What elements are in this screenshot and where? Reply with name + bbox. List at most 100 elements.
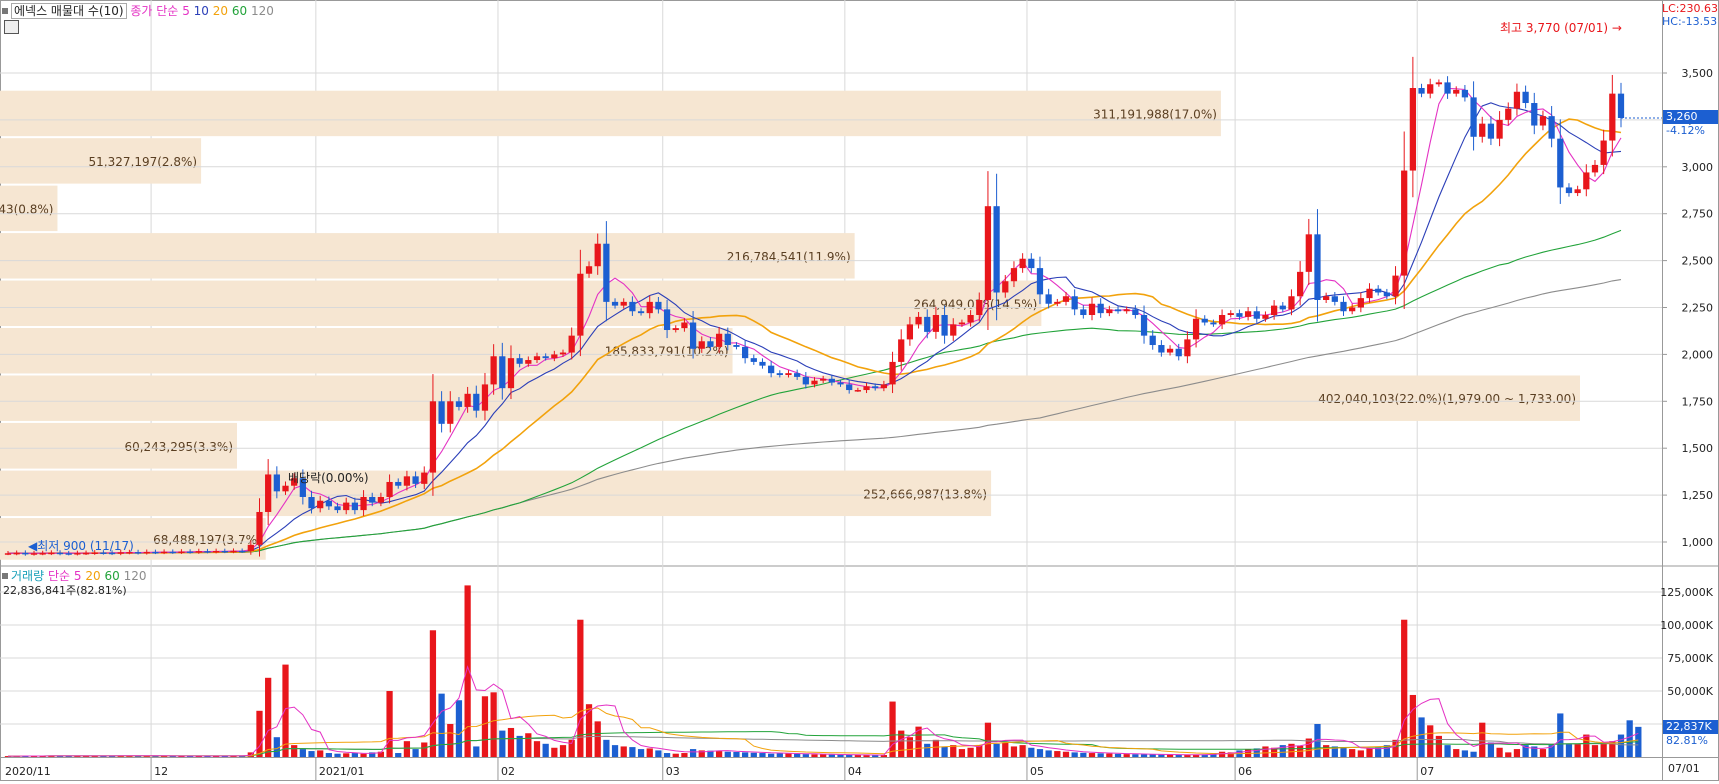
ma10-legend: 10 [193,4,209,18]
candle-body [204,551,211,553]
volume-bar [1019,745,1026,757]
volume-bar [1461,750,1469,757]
volume-bar [1132,754,1139,757]
candle-body [1002,281,1009,293]
candle-body [256,511,263,545]
volume-profile-label: 252,666,987(13.8%) [863,487,987,501]
candle-body [1323,296,1330,300]
candle-body [1158,345,1165,353]
candle-body [1192,318,1200,340]
volume-bar [395,753,402,757]
volume-bar [1366,748,1373,757]
candle-body [637,311,645,314]
candle-body [1366,288,1373,299]
candle-body [950,324,957,336]
candle-body [1461,89,1469,98]
volume-profile-label: 216,784,541(11.9%) [727,250,851,264]
y-tick-label: 1,750 [1682,395,1714,408]
volume-bar [412,749,419,757]
candle-body [906,324,914,340]
y-tick-label: 1,500 [1682,442,1714,455]
candle-body [967,315,974,323]
volume-profile-label: 264,949,038(14.5%) [914,297,1038,311]
y-tick-label: 3,500 [1682,67,1714,80]
stock-chart[interactable]: 2020/11 12 2021/01 02 03 04 05 06 07 68,488,197(3… [0,0,1719,781]
volume-profile-label: 68,488,197(3.7%) [153,533,262,547]
volume-bar [802,754,809,757]
candle-body [447,401,454,424]
low-annotation: ◀최저 900 (11/17) [28,537,134,554]
candle-body [429,401,437,473]
candle-body [1132,309,1139,316]
candle-body [872,386,879,389]
candle-body [794,373,801,377]
y-tick-label: 2,500 [1682,255,1714,268]
volume-bar [1409,694,1416,757]
candle-body [976,299,983,316]
candle-body [1071,296,1078,310]
volume-bar [1600,743,1607,757]
price-legend: 에넥스 매물대 수(10) 종가 단순 5 10 20 60 120 [2,2,274,19]
volume-bar [967,747,974,757]
volume-bar [1565,743,1573,757]
current-date-label: 07/01 [1668,762,1700,775]
volume-profile-label: 311,191,988(17.0%) [1093,107,1217,121]
volume-bar [533,741,541,757]
volume-bar [1583,734,1590,757]
volume-bar [646,748,653,757]
volume-bar [828,754,835,757]
volume-bar [872,755,879,757]
volume-bar [551,747,558,757]
candle-body [1088,303,1096,316]
volume-bar [473,746,480,757]
volume-bar [1539,749,1547,757]
volume-bar [429,630,437,757]
current-volume-tag: 22,837K [1663,720,1718,734]
candle-body [499,356,506,389]
candle-body [134,552,142,554]
volume-bar [863,755,870,757]
candle-body [1218,315,1226,325]
candle-body [1513,91,1521,109]
grid-settings-icon[interactable] [4,20,19,34]
volume-bar [958,749,966,757]
volume-bar [542,743,549,757]
candle-body [1036,268,1044,295]
volume-bar [1617,734,1625,757]
candle-body [898,339,905,362]
volume-bar [932,739,940,757]
x-tick-label: 06 [1238,765,1252,778]
price-legend-title: 에넥스 매물대 수(10) [11,3,127,19]
volume-bar [906,737,914,757]
current-price-tag: 3,260 [1663,110,1718,124]
candle-body [343,502,350,511]
volume-bar [1323,745,1330,757]
volume-bar [1149,754,1156,757]
volume-bar [1054,751,1061,757]
candle-body [213,551,220,553]
volume-bar [629,747,636,757]
candle-body [1331,296,1338,302]
candle-body [551,354,558,359]
candle-body [698,341,705,349]
candle-body [1479,123,1486,137]
candle-body [603,243,610,302]
volume-bar [1340,747,1347,757]
volume-bar [1097,753,1104,757]
volume-ma20-legend: 20 [85,569,101,583]
volume-bar [1010,746,1018,757]
candle-body [776,373,783,376]
candle-body [13,552,20,555]
volume-bar [421,742,428,757]
volume-ma5-legend: 5 [73,569,82,583]
high-annotation-text: 최고 3,770 (07/01) [1500,21,1609,35]
y-tick-label: 2,000 [1682,348,1714,361]
y-tick-label: 1,250 [1682,489,1714,502]
volume-bar [1071,752,1078,757]
candle-body [351,502,359,511]
candle-body [1184,339,1191,357]
candle-body [152,551,159,554]
legend-marker-icon [2,8,8,14]
chart-canvas[interactable]: 2020/11 12 2021/01 02 03 04 05 06 07 68,488,197(3… [0,0,1719,781]
candle-body [1279,305,1286,310]
